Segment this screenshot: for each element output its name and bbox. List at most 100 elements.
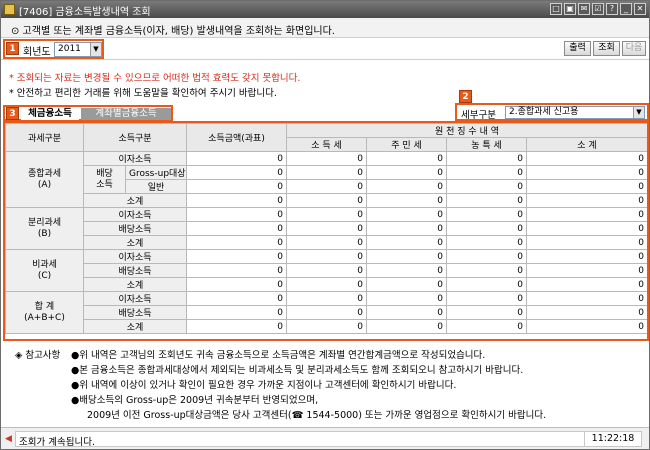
cell-value: 0 bbox=[186, 221, 287, 236]
status-message: 조회가 계속됩니다. bbox=[19, 437, 95, 448]
table-row: 소계 0 0 0 0 0 bbox=[6, 319, 647, 334]
cell-value: 0 bbox=[526, 263, 647, 278]
cell-value: 0 bbox=[186, 151, 287, 166]
cell-value: 0 bbox=[366, 305, 447, 320]
help-icon[interactable]: ? bbox=[606, 3, 618, 15]
cell-value: 0 bbox=[446, 165, 527, 180]
row-label-dividend: 배당 소득 bbox=[83, 165, 126, 194]
row-label-subtotal: 소계 bbox=[83, 235, 187, 250]
cell-value: 0 bbox=[186, 305, 287, 320]
cell-value: 0 bbox=[186, 207, 287, 222]
cell-value: 0 bbox=[526, 305, 647, 320]
info-text: ⊙ 고객별 또는 계좌별 금융소득(이자, 배당) 발생내역을 조회하는 화면입… bbox=[11, 26, 335, 37]
cell-value: 0 bbox=[446, 221, 527, 236]
cell-value: 0 bbox=[186, 165, 287, 180]
group-grand-total: 합 계 (A+B+C) bbox=[5, 291, 84, 334]
cell-value: 0 bbox=[526, 207, 647, 222]
cell-value: 0 bbox=[366, 291, 447, 306]
new-window-icon[interactable]: □ bbox=[550, 3, 562, 15]
status-time: 11:22:18 bbox=[584, 431, 642, 447]
row-label-subtotal: 소계 bbox=[83, 277, 187, 292]
cell-value: 0 bbox=[446, 193, 527, 208]
header-income-type: 소득구분 bbox=[83, 123, 187, 152]
cell-value: 0 bbox=[446, 277, 527, 292]
cell-value: 0 bbox=[526, 319, 647, 334]
cell-value: 0 bbox=[446, 235, 527, 250]
print-button[interactable]: 출력 bbox=[564, 41, 591, 56]
cell-value: 0 bbox=[366, 179, 447, 194]
cell-value: 0 bbox=[186, 193, 287, 208]
header-amount: 소득금액(과표) bbox=[186, 123, 287, 152]
cell-value: 0 bbox=[526, 235, 647, 250]
cell-value: 0 bbox=[286, 221, 367, 236]
next-button[interactable]: 다음 bbox=[622, 41, 646, 56]
notes-section: ◈ 참고사항 ●위 내역은 고객님의 조회년도 귀속 금융소득으로 소득금액은 … bbox=[1, 342, 649, 426]
window-controls: □ ▣ ✉ ☑ ? _ ✕ bbox=[550, 3, 646, 16]
tab-account-income[interactable]: 계좌별금융소득 bbox=[81, 108, 171, 120]
cell-value: 0 bbox=[526, 291, 647, 306]
bookmark-icon[interactable]: ☑ bbox=[592, 3, 604, 15]
group-separate: 분리과세 (B) bbox=[5, 207, 84, 250]
group-comprehensive: 종합과세 (A) bbox=[5, 151, 84, 208]
row-label-interest: 이자소득 bbox=[83, 291, 187, 306]
table-row: 종합과세 (A) 이자소득 0 0 0 0 0 bbox=[5, 151, 647, 208]
row-label-dividend: 배당소득 bbox=[83, 263, 187, 278]
row-label-subtotal: 소계 bbox=[83, 319, 187, 334]
table-row: 소계 0 0 0 0 0 bbox=[6, 235, 647, 250]
link-icon[interactable]: ▣ bbox=[564, 3, 576, 15]
table-row: 배당소득 0 0 0 0 0 bbox=[6, 221, 647, 236]
cell-value: 0 bbox=[186, 277, 287, 292]
table-row: 배당소득 0 0 0 0 0 bbox=[6, 305, 647, 320]
cell-value: 0 bbox=[446, 179, 527, 194]
cell-value: 0 bbox=[446, 319, 527, 334]
cell-value: 0 bbox=[186, 179, 287, 194]
cell-value: 0 bbox=[366, 277, 447, 292]
chevron-down-icon[interactable]: ▼ bbox=[633, 107, 644, 118]
note-line: 2009년 이전 Gross-up대상금액은 당사 고객센터(☎ 1544-50… bbox=[87, 410, 547, 421]
search-button[interactable]: 조회 bbox=[593, 41, 620, 56]
income-table-frame: 과세구분 소득구분 소득금액(과표) 원 천 징 수 내 역 소 득 세 주 민… bbox=[3, 121, 649, 341]
cell-value: 0 bbox=[286, 165, 367, 180]
cell-value: 0 bbox=[366, 193, 447, 208]
step-badge-2: 2 bbox=[459, 90, 472, 103]
cell-value: 0 bbox=[286, 235, 367, 250]
cell-value: 0 bbox=[286, 277, 367, 292]
cell-value: 0 bbox=[286, 263, 367, 278]
row-label-dividend: 배당소득 bbox=[83, 221, 187, 236]
app-icon bbox=[4, 4, 15, 15]
tab-total-income[interactable]: 체금융소득 bbox=[21, 108, 79, 120]
cell-value: 0 bbox=[446, 305, 527, 320]
close-icon[interactable]: ✕ bbox=[634, 3, 646, 15]
detail-type-select[interactable]: 2.종합과세 신고용 ▼ bbox=[505, 106, 645, 119]
row-label-grossup: Gross-up대상 bbox=[125, 165, 187, 180]
cell-value: 0 bbox=[526, 179, 647, 194]
cell-value: 0 bbox=[286, 305, 367, 320]
cell-value: 0 bbox=[526, 221, 647, 236]
step-badge-3: 3 bbox=[6, 107, 19, 120]
notice-legal: * 조회되는 자료는 변경될 수 있으므로 어떠한 법적 효력도 갖지 못합니다… bbox=[9, 73, 301, 84]
table-row: 배당소득 0 0 0 0 0 bbox=[6, 263, 647, 278]
cell-value: 0 bbox=[526, 151, 647, 166]
detail-type-label: 세부구분 bbox=[461, 110, 496, 121]
note-line: ●위 내역은 고객님의 조회년도 귀속 금융소득으로 소득금액은 계좌별 연간합… bbox=[71, 350, 486, 361]
cell-value: 0 bbox=[446, 207, 527, 222]
minimize-icon[interactable]: _ bbox=[620, 3, 632, 15]
group-non-taxable: 비과세 (C) bbox=[5, 249, 84, 292]
cell-value: 0 bbox=[186, 291, 287, 306]
header-total: 소 계 bbox=[526, 137, 647, 152]
table-row: 소계 0 0 0 0 0 bbox=[6, 277, 647, 292]
speaker-icon: ◀ bbox=[5, 434, 12, 444]
row-label-general: 일반 bbox=[125, 179, 187, 194]
cell-value: 0 bbox=[286, 207, 367, 222]
cell-value: 0 bbox=[366, 221, 447, 236]
cell-value: 0 bbox=[366, 319, 447, 334]
note-line: ●위 내역에 이상이 있거나 확인이 필요한 경우 가까운 지점이나 고객센터에… bbox=[71, 380, 457, 391]
notice-help: * 안전하고 편리한 거래를 위해 도움말을 확인하여 주시기 바랍니다. bbox=[9, 88, 277, 99]
cell-value: 0 bbox=[526, 249, 647, 264]
table-row: 소계 0 0 0 0 0 bbox=[6, 193, 647, 208]
mail-icon[interactable]: ✉ bbox=[578, 3, 590, 15]
title-bar: [7406] 금융소득발생내역 조회 □ ▣ ✉ ☑ ? _ ✕ bbox=[1, 1, 649, 18]
cell-value: 0 bbox=[366, 235, 447, 250]
row-label-subtotal: 소계 bbox=[83, 193, 187, 208]
header-rural-tax: 농 특 세 bbox=[446, 137, 527, 152]
